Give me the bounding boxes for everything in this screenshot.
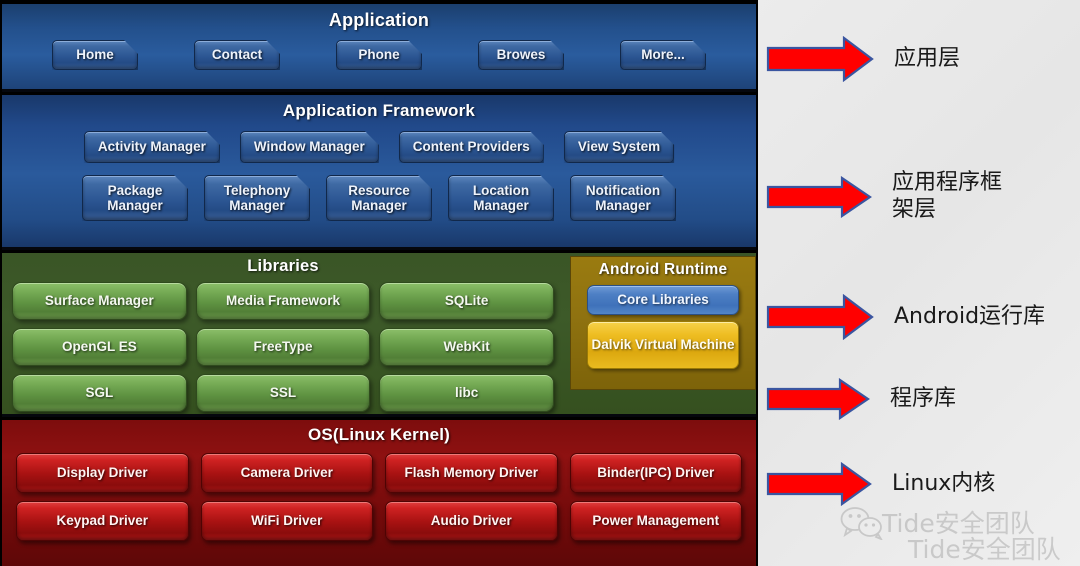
annotation-label-application: 应用层 bbox=[894, 46, 960, 73]
layer-framework-title: Application Framework bbox=[2, 101, 756, 121]
libraries-grid: Surface Manager Media Framework SQLite O… bbox=[2, 276, 564, 412]
framework-button-package-manager[interactable]: Package Manager bbox=[82, 175, 188, 221]
framework-button-notification-manager[interactable]: Notification Manager bbox=[570, 175, 676, 221]
annotation-row-runtime: Android运行库 bbox=[766, 294, 1045, 340]
annotation-row-application: 应用层 bbox=[766, 36, 960, 82]
annotation-row-kernel: Linux内核 bbox=[766, 462, 995, 506]
layer-application: Application Home Contact Phone Browes Mo… bbox=[2, 4, 756, 92]
android-runtime-title: Android Runtime bbox=[571, 261, 755, 279]
app-button-home[interactable]: Home bbox=[52, 40, 138, 70]
library-button-sgl[interactable]: SGL bbox=[12, 374, 187, 412]
annotation-label-kernel: Linux内核 bbox=[892, 471, 995, 498]
kernel-button-keypad-driver[interactable]: Keypad Driver bbox=[16, 501, 189, 541]
framework-button-window-manager[interactable]: Window Manager bbox=[240, 131, 379, 163]
application-button-row: Home Contact Phone Browes More... bbox=[2, 40, 756, 70]
library-button-surface-manager[interactable]: Surface Manager bbox=[12, 282, 187, 320]
layer-application-framework: Application Framework Activity Manager W… bbox=[2, 95, 756, 250]
watermark: Tide安全团队 Tide安全团队 bbox=[840, 502, 1080, 564]
slide-canvas: Application Home Contact Phone Browes Mo… bbox=[0, 0, 1080, 566]
layer-kernel-title: OS(Linux Kernel) bbox=[2, 425, 756, 445]
annotation-column: 应用层 应用程序框 架层 Android运行库 bbox=[758, 0, 1080, 566]
library-button-opengl-es[interactable]: OpenGL ES bbox=[12, 328, 187, 366]
layer-libraries: Libraries Surface Manager Media Framewor… bbox=[2, 253, 756, 417]
red-arrow-icon bbox=[766, 36, 874, 82]
kernel-button-power-management[interactable]: Power Management bbox=[570, 501, 743, 541]
framework-row-1: Activity Manager Window Manager Content … bbox=[2, 131, 756, 163]
annotation-label-framework: 应用程序框 架层 bbox=[892, 170, 1002, 224]
framework-button-view-system[interactable]: View System bbox=[564, 131, 674, 163]
watermark-text-line-1: Tide安全团队 bbox=[882, 504, 1035, 540]
library-button-media-framework[interactable]: Media Framework bbox=[196, 282, 371, 320]
red-arrow-icon bbox=[766, 378, 870, 420]
library-button-webkit[interactable]: WebKit bbox=[379, 328, 554, 366]
android-architecture-diagram: Application Home Contact Phone Browes Mo… bbox=[0, 0, 758, 566]
library-button-ssl[interactable]: SSL bbox=[196, 374, 371, 412]
app-button-contact[interactable]: Contact bbox=[194, 40, 280, 70]
kernel-button-display-driver[interactable]: Display Driver bbox=[16, 453, 189, 493]
kernel-button-binder-ipc-driver[interactable]: Binder(IPC) Driver bbox=[570, 453, 743, 493]
wechat-icon bbox=[840, 506, 884, 545]
layer-libraries-title: Libraries bbox=[2, 257, 564, 276]
annotation-row-libraries: 程序库 bbox=[766, 378, 956, 420]
library-button-freetype[interactable]: FreeType bbox=[196, 328, 371, 366]
android-runtime-box: Android Runtime Core Libraries Dalvik Vi… bbox=[570, 256, 756, 390]
annotation-label-runtime: Android运行库 bbox=[894, 304, 1045, 331]
runtime-button-dalvik-virtual-machine[interactable]: Dalvik Virtual Machine bbox=[587, 321, 739, 369]
framework-button-telephony-manager[interactable]: Telephony Manager bbox=[204, 175, 310, 221]
framework-button-activity-manager[interactable]: Activity Manager bbox=[84, 131, 220, 163]
kernel-button-audio-driver[interactable]: Audio Driver bbox=[385, 501, 558, 541]
kernel-button-flash-memory-driver[interactable]: Flash Memory Driver bbox=[385, 453, 558, 493]
framework-row-2: Package Manager Telephony Manager Resour… bbox=[2, 175, 756, 221]
kernel-button-camera-driver[interactable]: Camera Driver bbox=[201, 453, 374, 493]
watermark-text-line-2: Tide安全团队 bbox=[908, 530, 1061, 566]
kernel-grid: Display Driver Camera Driver Flash Memor… bbox=[2, 445, 756, 541]
library-button-libc[interactable]: libc bbox=[379, 374, 554, 412]
red-arrow-icon bbox=[766, 462, 872, 506]
framework-button-content-providers[interactable]: Content Providers bbox=[399, 131, 544, 163]
red-arrow-icon bbox=[766, 176, 872, 218]
layer-linux-kernel: OS(Linux Kernel) Display Driver Camera D… bbox=[2, 420, 756, 566]
framework-button-resource-manager[interactable]: Resource Manager bbox=[326, 175, 432, 221]
annotation-label-libraries: 程序库 bbox=[890, 386, 956, 413]
libraries-column: Libraries Surface Manager Media Framewor… bbox=[2, 253, 564, 414]
app-button-more[interactable]: More... bbox=[620, 40, 706, 70]
framework-button-location-manager[interactable]: Location Manager bbox=[448, 175, 554, 221]
layer-application-title: Application bbox=[2, 10, 756, 31]
library-button-sqlite[interactable]: SQLite bbox=[379, 282, 554, 320]
app-button-browes[interactable]: Browes bbox=[478, 40, 564, 70]
red-arrow-icon bbox=[766, 294, 874, 340]
app-button-phone[interactable]: Phone bbox=[336, 40, 422, 70]
runtime-button-core-libraries[interactable]: Core Libraries bbox=[587, 285, 739, 315]
kernel-button-wifi-driver[interactable]: WiFi Driver bbox=[201, 501, 374, 541]
annotation-row-framework: 应用程序框 架层 bbox=[766, 170, 1002, 224]
